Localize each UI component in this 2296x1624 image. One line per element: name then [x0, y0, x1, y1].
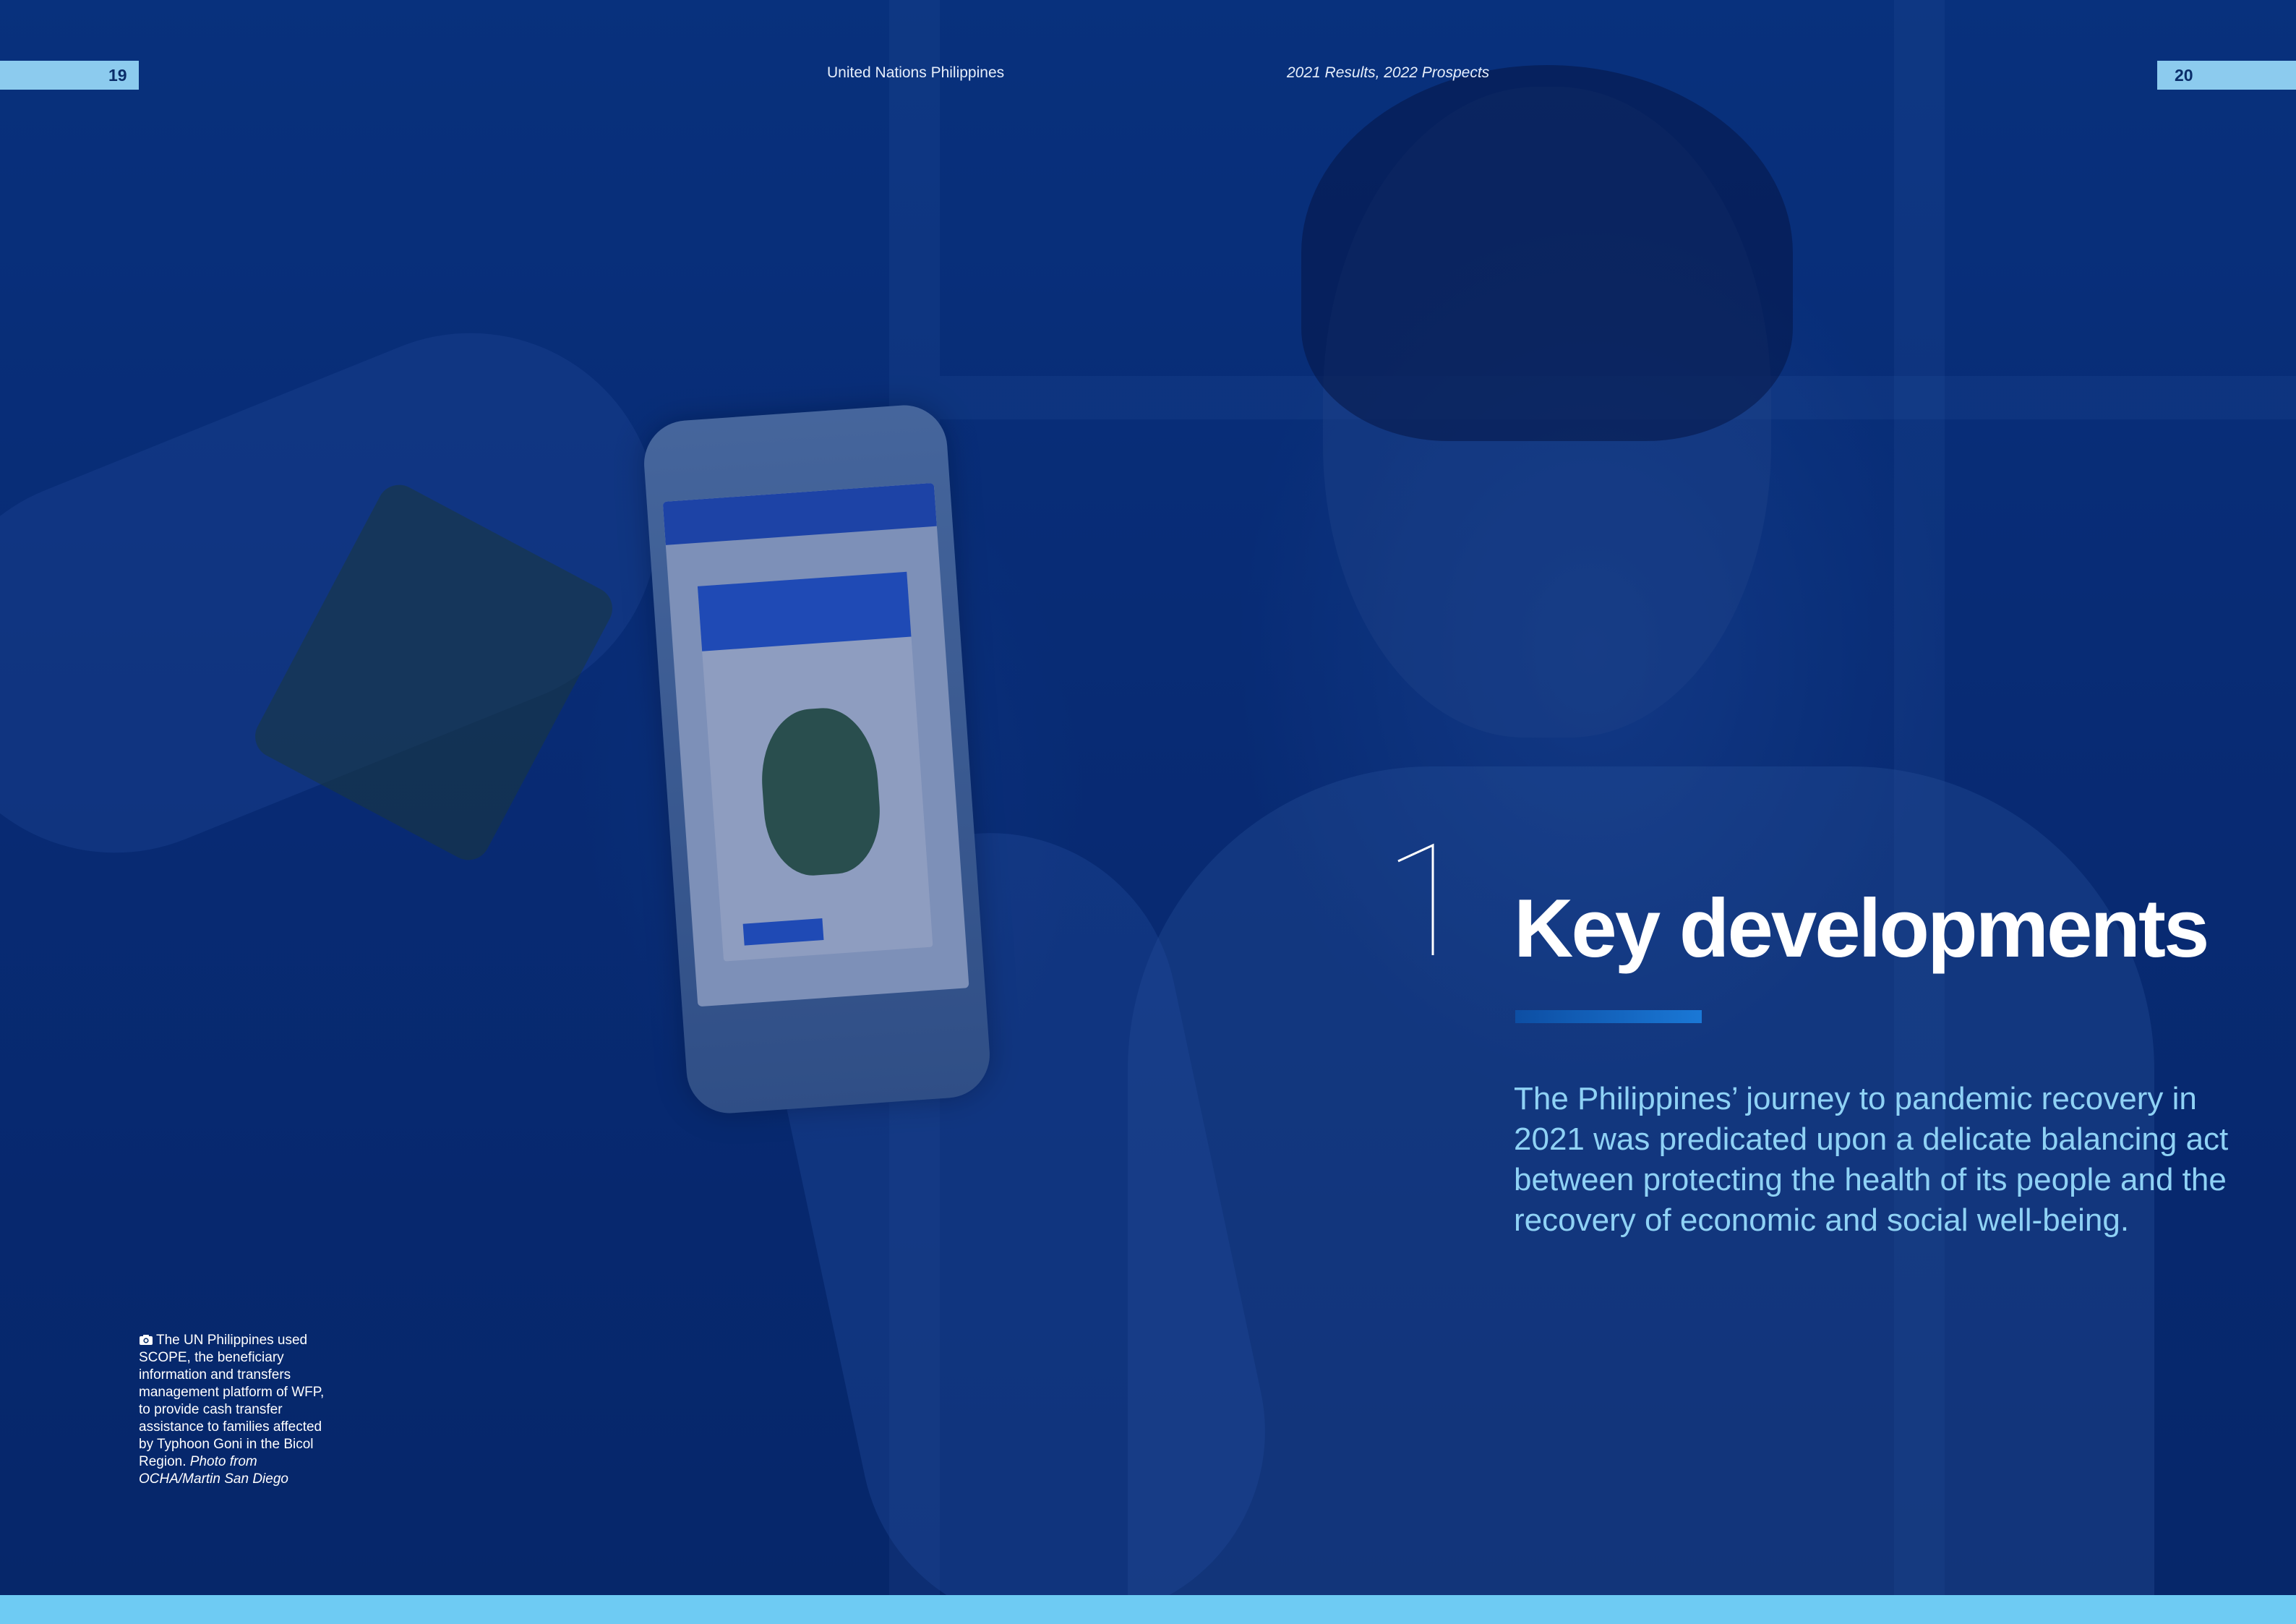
page-number-left: 19 [108, 66, 127, 85]
chapter-number-text: 1 [1395, 842, 1396, 843]
chapter-number: 1 [1395, 842, 1434, 955]
running-head-right: 2021 Results, 2022 Prospects [1287, 64, 1490, 81]
title-underline [1515, 1010, 1702, 1023]
photo-caption: The UN Philippines used SCOPE, the benef… [139, 1332, 334, 1488]
chapter-intro: The Philippines’ journey to pandemic rec… [1514, 1081, 2229, 1238]
camera-icon [140, 1335, 153, 1345]
background-photo [0, 0, 2296, 1595]
caption-text: The UN Philippines used SCOPE, the benef… [139, 1333, 325, 1469]
blue-overlay [0, 0, 2296, 1595]
chapter-title: Key developments [1514, 883, 2209, 975]
running-head-left: United Nations Philippines [827, 64, 1005, 81]
bottom-band [0, 1595, 2296, 1624]
page-number-right: 20 [2175, 66, 2193, 85]
